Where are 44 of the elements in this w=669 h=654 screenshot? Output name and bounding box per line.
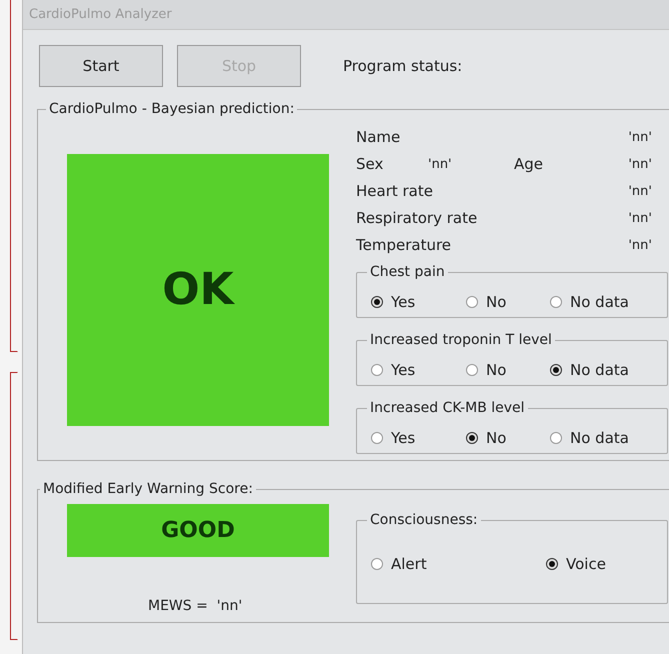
window-title: CardioPulmo Analyzer — [29, 6, 172, 24]
option-label[interactable]: Voice — [566, 553, 606, 576]
option-label[interactable]: No — [486, 291, 506, 314]
option-label[interactable]: Yes — [391, 359, 416, 382]
group-title: Increased troponin T level — [367, 331, 555, 349]
group-title: Modified Early Warning Score: — [40, 480, 256, 498]
field-value: 'nn' — [628, 210, 652, 228]
radio-button[interactable] — [466, 364, 478, 376]
field-label: Temperature — [356, 235, 452, 256]
field-value: 'nn' — [628, 156, 652, 174]
option-label[interactable]: Alert — [391, 553, 427, 576]
radio-button[interactable] — [546, 558, 558, 570]
option-label[interactable]: No data — [570, 359, 629, 382]
radio-button[interactable] — [371, 364, 383, 376]
option-label[interactable]: No data — [570, 427, 629, 450]
field-label: Sex — [356, 154, 384, 175]
good-indicator: GOOD — [67, 504, 329, 557]
radio-button[interactable] — [550, 364, 562, 376]
radio-button[interactable] — [550, 296, 562, 308]
field-label: Heart rate — [356, 181, 433, 202]
field-label: Age — [514, 154, 544, 175]
group-title: Chest pain — [367, 263, 448, 281]
radio-button[interactable] — [371, 432, 383, 444]
field-label: Name — [356, 127, 400, 148]
radio-button[interactable] — [466, 296, 478, 308]
option-label[interactable]: No data — [570, 291, 629, 314]
radio-button[interactable] — [371, 296, 383, 308]
radio-button[interactable] — [550, 432, 562, 444]
ok-indicator: OK — [67, 154, 329, 426]
field-value: 'nn' — [628, 237, 652, 255]
radio-button[interactable] — [466, 432, 478, 444]
field-value: 'nn' — [628, 183, 652, 201]
option-label[interactable]: No — [486, 427, 506, 450]
radio-button[interactable] — [371, 558, 383, 570]
option-label[interactable]: Yes — [391, 291, 416, 314]
option-label[interactable]: Yes — [391, 427, 416, 450]
field-label: Respiratory rate — [356, 208, 478, 229]
status-label: Program status: — [343, 56, 462, 77]
option-label[interactable]: No — [486, 359, 506, 382]
mews-formula: MEWS = 'nn' — [148, 597, 242, 616]
group-title: CardioPulmo - Bayesian prediction: — [46, 100, 298, 118]
field-value: 'nn' — [628, 129, 652, 147]
toolbar-button[interactable]: Start — [39, 45, 163, 87]
field-value: 'nn' — [428, 156, 453, 174]
